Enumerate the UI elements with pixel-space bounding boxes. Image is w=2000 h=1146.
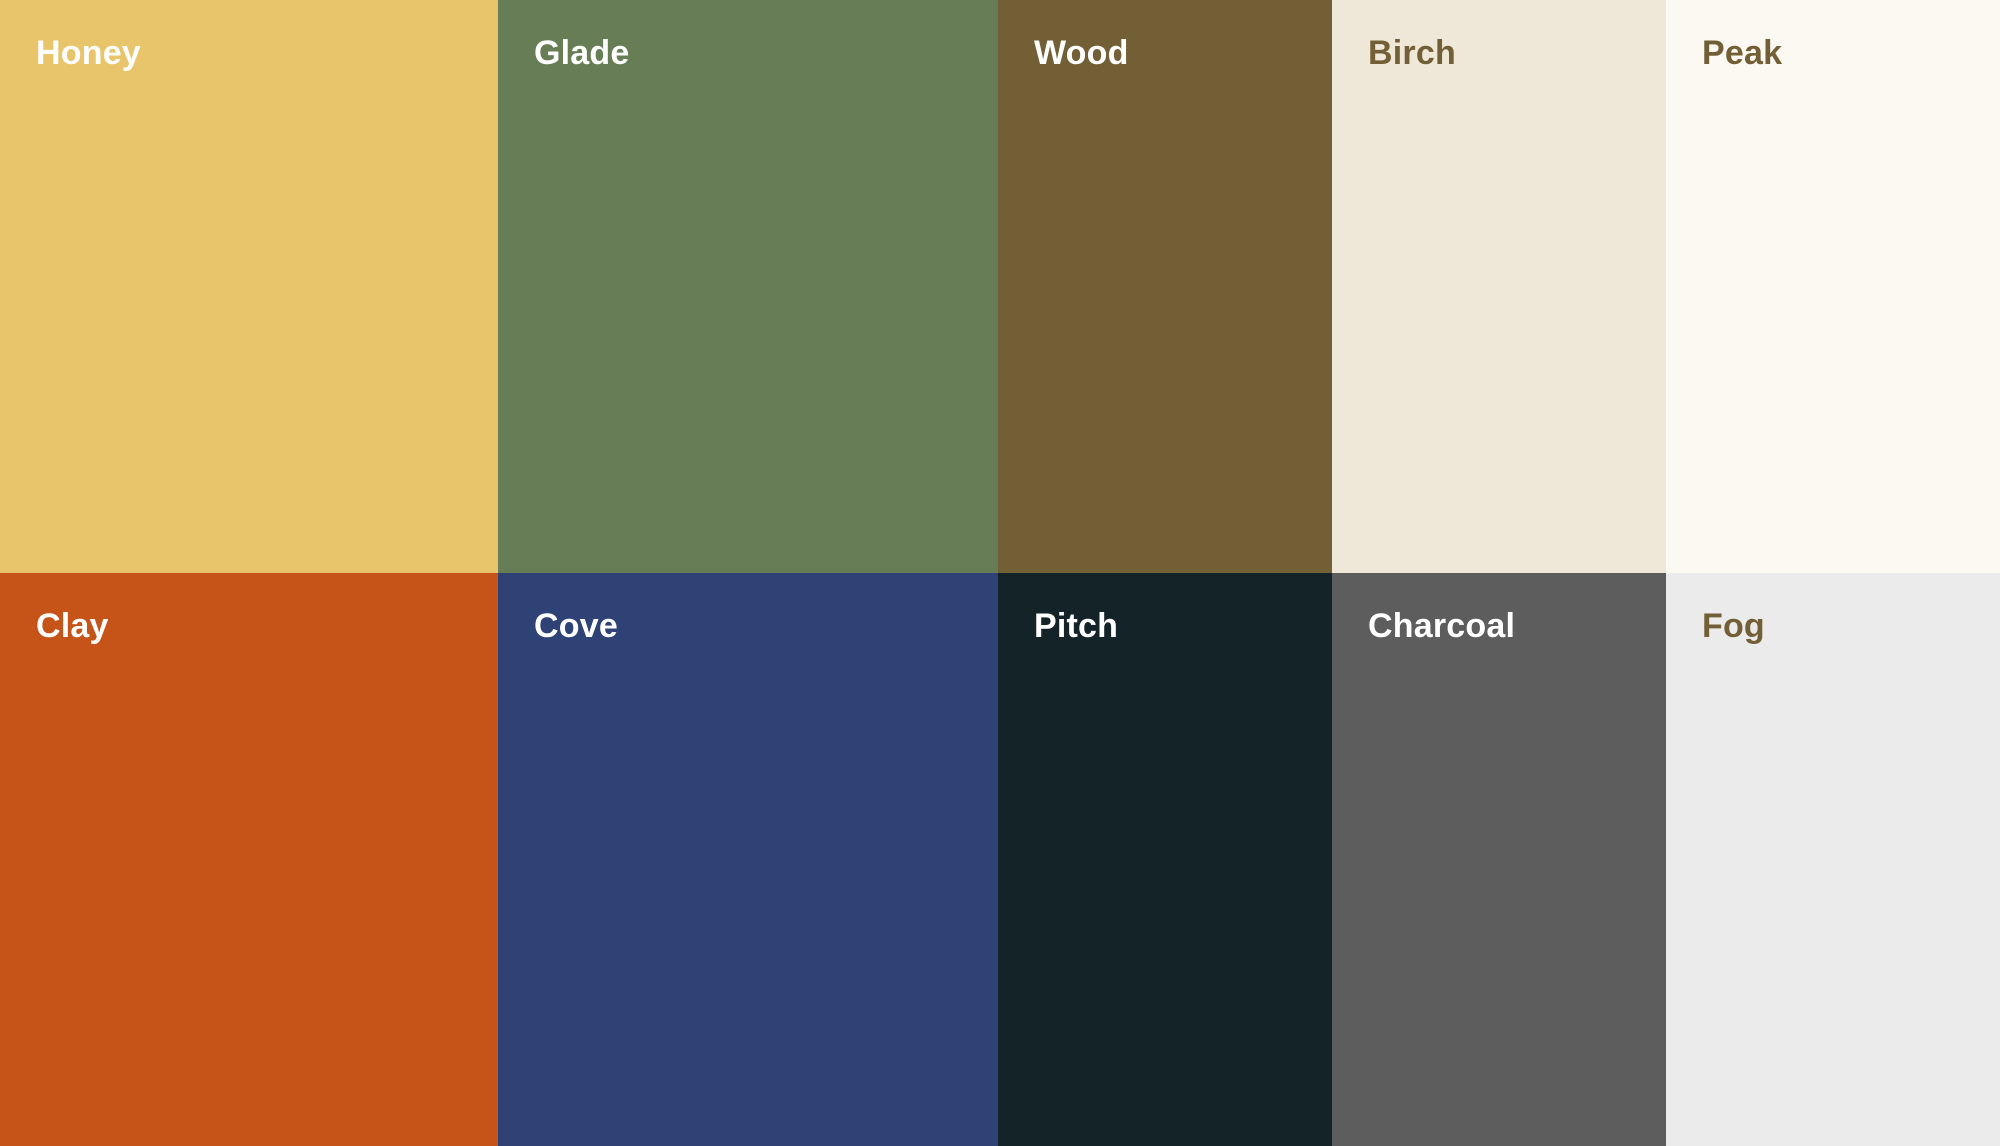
swatch-label-pitch: Pitch bbox=[1034, 607, 1119, 645]
swatch-label-birch: Birch bbox=[1368, 34, 1456, 72]
color-palette: Honey Glade Wood Birch Peak Clay Cove Pi… bbox=[0, 0, 2000, 1146]
swatch-fog: Fog bbox=[1666, 573, 2000, 1146]
swatch-cove: Cove bbox=[498, 573, 998, 1146]
swatch-pitch: Pitch bbox=[998, 573, 1332, 1146]
swatch-label-glade: Glade bbox=[534, 34, 630, 72]
swatch-label-charcoal: Charcoal bbox=[1368, 607, 1516, 645]
swatch-label-fog: Fog bbox=[1702, 607, 1765, 645]
swatch-birch: Birch bbox=[1332, 0, 1666, 573]
swatch-label-cove: Cove bbox=[534, 607, 618, 645]
swatch-wood: Wood bbox=[998, 0, 1332, 573]
swatch-label-clay: Clay bbox=[36, 607, 109, 645]
swatch-glade: Glade bbox=[498, 0, 998, 573]
swatch-peak: Peak bbox=[1666, 0, 2000, 573]
swatch-label-honey: Honey bbox=[36, 34, 141, 72]
swatch-charcoal: Charcoal bbox=[1332, 573, 1666, 1146]
swatch-honey: Honey bbox=[0, 0, 498, 573]
swatch-label-wood: Wood bbox=[1034, 34, 1129, 72]
swatch-clay: Clay bbox=[0, 573, 498, 1146]
swatch-label-peak: Peak bbox=[1702, 34, 1783, 72]
